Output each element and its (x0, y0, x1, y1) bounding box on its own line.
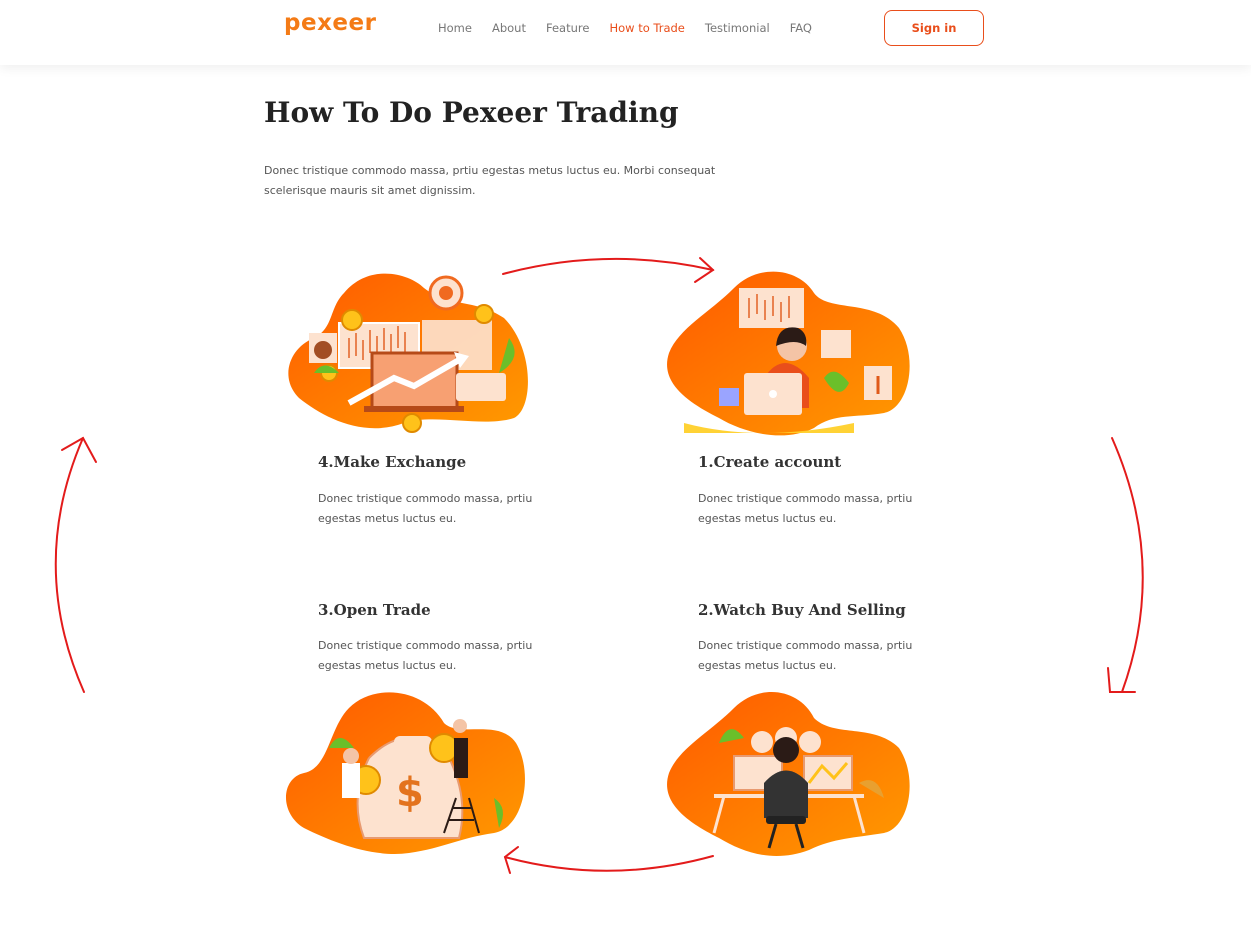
open-trade-illustration: $ (285, 692, 525, 854)
svg-text:$: $ (396, 770, 424, 816)
arrow-right (1111, 437, 1144, 693)
arrow-right-head (1107, 667, 1136, 693)
arrow-bottom (504, 855, 714, 872)
watch-buy-selling-illustration (667, 691, 910, 857)
step-3-title: 3.Open Trade (318, 601, 431, 619)
cycle-arrows (54, 257, 1144, 874)
step-4-title: 4.Make Exchange (318, 453, 467, 471)
step-1-text: Donec tristique commodo massa, prtiu ege… (698, 492, 913, 525)
step-1-title: 1.Create account (698, 453, 842, 471)
step-4-text: Donec tristique commodo massa, prtiu ege… (318, 492, 533, 525)
step-2-title: 2.Watch Buy And Selling (698, 601, 906, 619)
arrow-left (54, 437, 85, 693)
step-3-text: Donec tristique commodo massa, prtiu ege… (318, 639, 533, 672)
make-exchange-illustration (288, 273, 528, 433)
create-account-illustration (667, 271, 910, 436)
step-2-text: Donec tristique commodo massa, prtiu ege… (698, 639, 913, 672)
